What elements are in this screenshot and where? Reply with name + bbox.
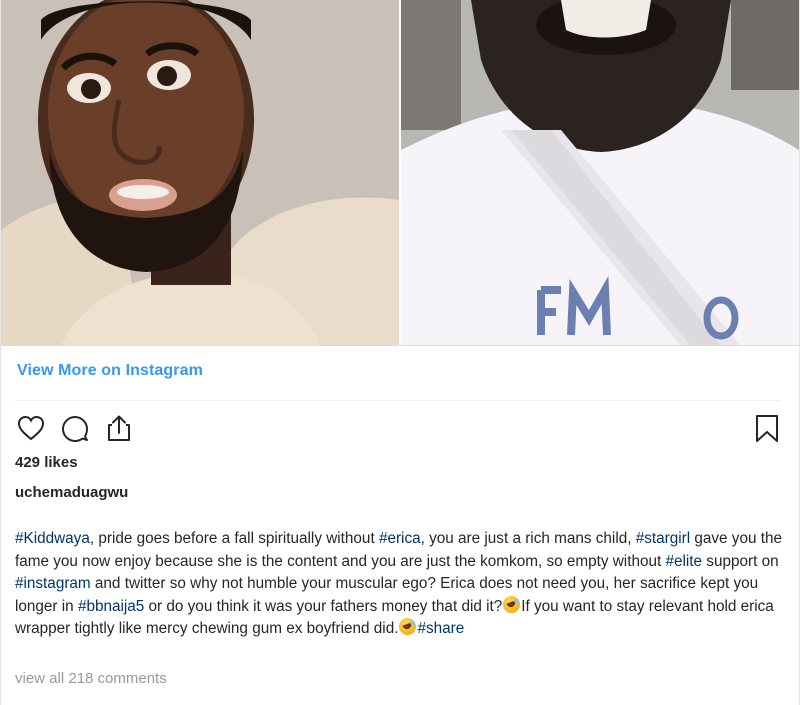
comment-bubble-icon <box>62 416 88 442</box>
post-username[interactable]: uchemaduagwu <box>15 484 128 501</box>
caption-text: , you are just a rich mans child, <box>420 530 636 547</box>
post-caption: #Kiddwaya, pride goes before a fall spir… <box>15 528 787 641</box>
bookmark-outline-icon <box>756 415 778 442</box>
hashtag-link[interactable]: #instagram <box>15 575 91 592</box>
caption-text: or do you think it was your fathers mone… <box>144 597 503 615</box>
share-button[interactable] <box>101 410 137 446</box>
view-all-comments-link[interactable]: view all 218 comments <box>15 670 167 687</box>
post-media[interactable] <box>1 0 799 346</box>
laughing-emoji-icon <box>399 618 417 636</box>
right-photo <box>401 0 799 345</box>
hashtag-link[interactable]: #bbnaija5 <box>78 598 144 615</box>
caption-text: , pride goes before a fall spiritually w… <box>89 530 379 547</box>
instagram-embed: View More on Instagram 429 likes uchemad… <box>0 0 800 705</box>
laughing-emoji-icon <box>503 595 521 613</box>
caption-text: support on <box>702 552 779 570</box>
view-more-link[interactable]: View More on Instagram <box>17 362 203 379</box>
share-upload-icon <box>108 415 130 441</box>
separator <box>15 400 781 401</box>
hashtag-link[interactable]: #stargirl <box>636 530 690 547</box>
view-more-row: View More on Instagram <box>17 362 203 386</box>
hashtag-link[interactable]: #share <box>417 620 464 637</box>
hashtag-link[interactable]: #erica <box>379 530 421 547</box>
like-count[interactable]: 429 likes <box>15 454 78 471</box>
hashtag-link[interactable]: #elite <box>665 553 702 570</box>
action-bar <box>13 410 785 446</box>
save-button[interactable] <box>749 410 785 446</box>
like-button[interactable] <box>13 410 49 446</box>
hashtag-link[interactable]: #Kiddwaya <box>15 530 90 547</box>
heart-outline-icon <box>17 415 45 441</box>
left-photo <box>1 0 399 345</box>
comment-button[interactable] <box>57 410 93 446</box>
